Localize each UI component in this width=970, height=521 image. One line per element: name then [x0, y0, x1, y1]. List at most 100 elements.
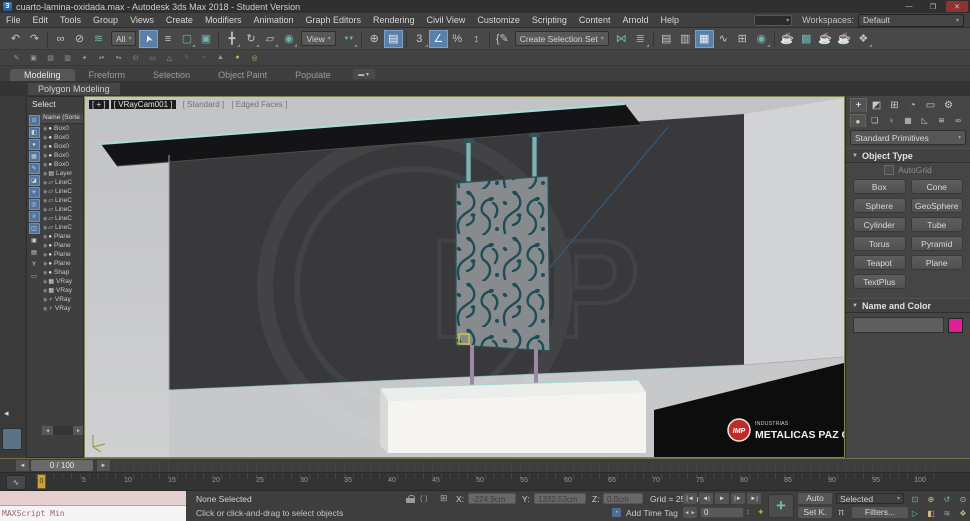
tab-polygon-modeling[interactable]: Polygon Modeling: [28, 83, 120, 95]
select-and-rotate-icon[interactable]: ↻: [241, 30, 260, 48]
current-frame-marker[interactable]: 0: [37, 474, 46, 489]
menu-edit[interactable]: Edit: [27, 15, 55, 25]
visibility-eye-icon[interactable]: ◉: [43, 297, 47, 303]
explorer-row-vray[interactable]: ◉▦VRay: [41, 286, 83, 295]
visibility-eye-icon[interactable]: ◉: [43, 216, 47, 222]
explorer-tool-icon[interactable]: ⊙: [29, 115, 40, 126]
visibility-eye-icon[interactable]: ◉: [43, 180, 47, 186]
visibility-eye-icon[interactable]: ◉: [43, 234, 47, 240]
viewport-camera-label[interactable]: [ VRayCam001 ]: [111, 100, 176, 109]
render-in-cloud-icon[interactable]: ☕: [835, 30, 854, 48]
rectangular-selection-region-icon[interactable]: ▢: [177, 30, 196, 48]
create-selection-set-dropdown[interactable]: Create Selection Set▾: [515, 31, 609, 46]
time-slider-thumb[interactable]: 0 / 100: [31, 460, 93, 471]
systems-category[interactable]: ∞: [950, 114, 966, 127]
explorer-row-vray[interactable]: ◉♀VRay: [41, 295, 83, 304]
maxscript-mini-listener[interactable]: MAXScript Min: [0, 491, 186, 521]
create-tab[interactable]: +: [850, 98, 867, 112]
extras-toolbar-icon[interactable]: △: [161, 52, 178, 64]
teapot-button[interactable]: Teapot: [853, 255, 906, 270]
geosphere-button[interactable]: GeoSphere: [911, 198, 964, 213]
menu-civil-view[interactable]: Civil View: [421, 15, 472, 25]
undo-icon[interactable]: ↶: [6, 30, 25, 48]
explorer-folder-icon[interactable]: ▭: [29, 271, 40, 282]
time-slider[interactable]: ◄ 0 / 100 ►: [0, 458, 970, 472]
explorer-hscrollbar[interactable]: ◄ ►: [42, 426, 84, 435]
snap-toggle-3d-icon[interactable]: 3: [410, 30, 429, 48]
menu-modifiers[interactable]: Modifiers: [199, 15, 248, 25]
visibility-eye-icon[interactable]: ◉: [43, 135, 47, 141]
visibility-eye-icon[interactable]: ◉: [43, 189, 47, 195]
utilities-tab[interactable]: ⚙: [940, 98, 957, 112]
orbit-icon[interactable]: ↺: [940, 493, 954, 505]
explorer-tool-icon[interactable]: ▤: [29, 247, 40, 258]
visibility-eye-icon[interactable]: ◉: [43, 207, 47, 213]
scene-explorer-icon[interactable]: ▦: [695, 30, 714, 48]
menu-content[interactable]: Content: [573, 15, 617, 25]
ribbon-tab-freeform[interactable]: Freeform: [75, 69, 140, 81]
x-coordinate-field[interactable]: -224.9cm: [468, 493, 516, 504]
use-pivot-center-icon[interactable]: ▼▼: [339, 30, 358, 48]
helpers-category[interactable]: ◺: [917, 114, 933, 127]
maximize-button[interactable]: ❐: [922, 1, 944, 12]
explorer-tool-icon[interactable]: ✎: [29, 163, 40, 174]
previous-frame-button[interactable]: ◄|: [699, 493, 713, 504]
visibility-eye-icon[interactable]: ◉: [43, 171, 47, 177]
menu-graph-editors[interactable]: Graph Editors: [299, 15, 367, 25]
viewport-layout-tab[interactable]: [2, 428, 22, 450]
extras-toolbar-icon[interactable]: ▣: [25, 52, 42, 64]
selection-filter-dropdown[interactable]: All▾: [111, 31, 136, 46]
menu-scripting[interactable]: Scripting: [526, 15, 573, 25]
select-object-icon[interactable]: ➤: [139, 30, 158, 48]
explorer-tool-icon[interactable]: ◪: [29, 175, 40, 186]
extras-toolbar-icon[interactable]: ▭: [144, 52, 161, 64]
explorer-row-linec[interactable]: ◉▱LineC: [41, 214, 83, 223]
menu-arnold[interactable]: Arnold: [616, 15, 654, 25]
object-name-field[interactable]: [853, 317, 944, 333]
explorer-row-box0[interactable]: ◉●Box0: [41, 160, 83, 169]
named-selection-sets-icon[interactable]: {✎: [493, 30, 512, 48]
maxscript-field[interactable]: MAXScript Min: [0, 506, 186, 521]
maximize-viewport-icon[interactable]: ❖: [956, 507, 970, 519]
visibility-eye-icon[interactable]: ◉: [43, 261, 47, 267]
menu-tools[interactable]: Tools: [54, 15, 87, 25]
time-slider-track[interactable]: [36, 461, 940, 471]
textplus-button[interactable]: TextPlus: [853, 274, 906, 289]
select-by-name-icon[interactable]: ≡: [158, 30, 177, 48]
motion-tab[interactable]: ◔: [904, 98, 921, 112]
zoom-region-icon[interactable]: ◧: [924, 507, 938, 519]
rendered-frame-window-icon[interactable]: ▩: [797, 30, 816, 48]
mirror-icon[interactable]: ⋈: [612, 30, 631, 48]
explorer-tool-icon[interactable]: ▣: [29, 235, 40, 246]
selection-lock-icon[interactable]: [406, 495, 415, 503]
render-flyout-icon[interactable]: ❖: [854, 30, 873, 48]
menu-help[interactable]: Help: [654, 15, 685, 25]
add-time-tag[interactable]: Add Time Tag: [626, 508, 678, 518]
visibility-eye-icon[interactable]: ◉: [43, 153, 47, 159]
mini-curve-editor-button[interactable]: ∿: [6, 475, 26, 490]
visibility-eye-icon[interactable]: ◉: [43, 270, 47, 276]
ribbon-tab-object-paint[interactable]: Object Paint: [204, 69, 281, 81]
menu-group[interactable]: Group: [87, 15, 124, 25]
visibility-eye-icon[interactable]: ◉: [43, 279, 47, 285]
extras-toolbar-icon[interactable]: ↫: [93, 52, 110, 64]
object-color-swatch[interactable]: [948, 318, 963, 333]
cylinder-button[interactable]: Cylinder: [853, 217, 906, 232]
select-and-move-icon[interactable]: ╋: [222, 30, 241, 48]
perspective-viewport[interactable]: [ + ] [ VRayCam001 ] [ Standard ] [ Edge…: [84, 96, 845, 458]
plinth-front[interactable]: [388, 392, 646, 453]
viewport-renderer-label[interactable]: [ Standard ]: [183, 100, 224, 109]
extras-toolbar-icon[interactable]: ✎: [8, 52, 25, 64]
keyboard-override-icon[interactable]: ▤: [384, 30, 403, 48]
spinner-snap-icon[interactable]: ↕: [467, 30, 486, 48]
box-button[interactable]: Box: [853, 179, 906, 194]
select-link-icon[interactable]: ∞: [51, 30, 70, 48]
visibility-eye-icon[interactable]: ◉: [43, 126, 47, 132]
ribbon-tab-selection[interactable]: Selection: [139, 69, 204, 81]
select-and-place-icon[interactable]: ◉: [279, 30, 298, 48]
visibility-eye-icon[interactable]: ◉: [43, 225, 47, 231]
viewport-menu-plus[interactable]: [ + ]: [89, 100, 109, 109]
minimize-button[interactable]: —: [898, 1, 920, 12]
explorer-row-linec[interactable]: ◉▱LineC: [41, 223, 83, 232]
percent-snap-icon[interactable]: %: [448, 30, 467, 48]
